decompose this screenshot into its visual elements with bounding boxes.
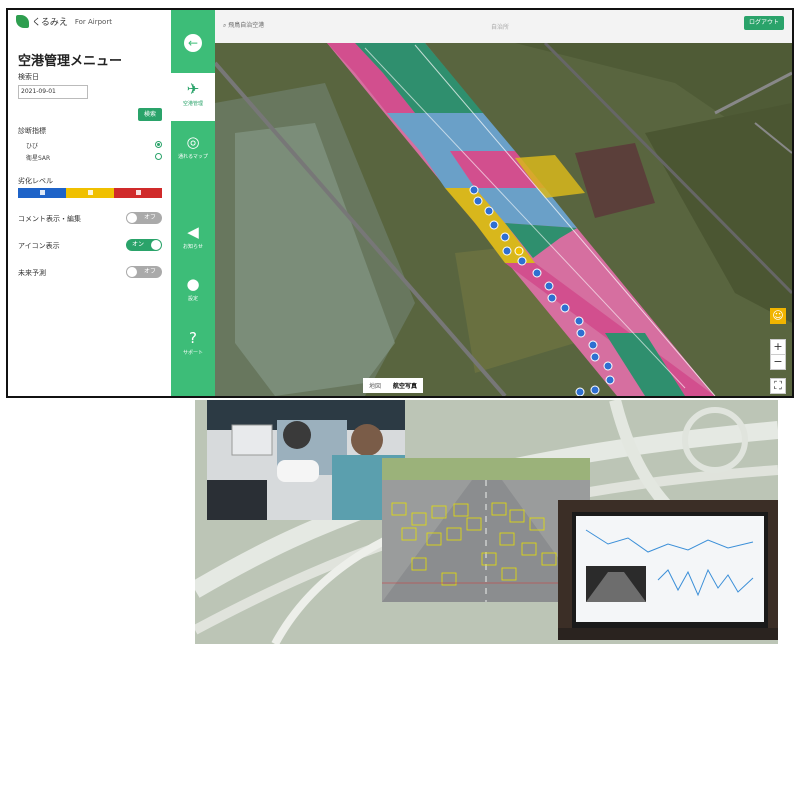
app-screenshot: くるみえ For Airport 空港管理メニュー 検索日 2021-09-01…: [6, 8, 794, 398]
megaphone-icon: ◀: [187, 223, 199, 241]
nav-item-map[interactable]: ◎ 通れるマップ: [171, 134, 215, 174]
level-label: 劣化レベル: [18, 177, 53, 185]
indicator-option-label: 衛星SAR: [26, 155, 51, 162]
toggle-state: オフ: [143, 214, 156, 221]
tab-map[interactable]: 地図: [363, 378, 388, 393]
nav-label: 設定: [187, 296, 198, 302]
toggle-state: オン: [132, 241, 145, 248]
street-view-pegman-icon[interactable]: ☺: [770, 308, 786, 324]
camera-operator-image: [207, 400, 405, 520]
toggle-label: 未来予測: [18, 269, 46, 277]
logout-button[interactable]: ログアウト: [744, 16, 784, 30]
radio-unselected-icon[interactable]: [155, 153, 162, 160]
level-high-swatch[interactable]: [114, 188, 162, 198]
car-interior-photo: [207, 400, 405, 520]
zoom-in-button[interactable]: +: [770, 339, 786, 355]
toggle-knob: [151, 240, 161, 250]
map-search-field[interactable]: ⌕ 飛鳥自治空港: [223, 20, 264, 30]
toggle-label: コメント表示・編集: [18, 215, 81, 223]
search-button[interactable]: 検索: [138, 108, 162, 121]
map-header: ⌕ 飛鳥自治空港 自治所 ログアウト: [215, 10, 792, 44]
comment-toggle-row: コメント表示・編集 オフ: [18, 212, 162, 224]
menu-title: 空港管理メニュー: [18, 54, 123, 69]
back-arrow-icon[interactable]: ←: [184, 34, 202, 52]
deterioration-level-legend: [18, 188, 162, 198]
forecast-toggle-row: 未来予測 オフ: [18, 266, 162, 278]
radio-selected-icon[interactable]: [155, 141, 162, 148]
icon-toggle-row: アイコン表示 オン: [18, 239, 162, 251]
date-label: 検索日: [18, 73, 39, 81]
indicator-option-label: ひび: [26, 143, 39, 150]
support-icon: ?: [189, 329, 197, 347]
indicator-option-crack[interactable]: ひび: [26, 141, 162, 150]
map-type-tabs: 地図 航空写真: [363, 378, 424, 393]
fullscreen-icon[interactable]: ⛶: [770, 378, 786, 394]
indicator-label: 診断指標: [18, 127, 46, 135]
level-low-swatch[interactable]: [18, 188, 66, 198]
forecast-toggle[interactable]: オフ: [126, 266, 162, 278]
nav-item-notice[interactable]: ◀ お知らせ: [171, 224, 215, 264]
nav-label: サポート: [182, 350, 203, 356]
aerial-map[interactable]: ☺ + − ⛶ 地図 航空写真: [215, 43, 792, 396]
inspection-photo-collage: [195, 400, 778, 644]
toggle-knob: [127, 267, 137, 277]
nav-label: お知らせ: [183, 244, 203, 250]
map-header-center-text: 自治所: [491, 24, 510, 31]
monitor-graph-image: [558, 500, 778, 640]
airport-menu-panel: くるみえ For Airport 空港管理メニュー 検索日 2021-09-01…: [8, 10, 171, 396]
brand-logo[interactable]: くるみえ For Airport: [16, 15, 112, 28]
nav-label: 通れるマップ: [178, 154, 208, 160]
map-search-text: 飛鳥自治空港: [228, 22, 265, 29]
nav-item-airport-management[interactable]: ✈ 空港管理: [171, 73, 215, 121]
zoom-out-button[interactable]: −: [770, 354, 786, 370]
icon-display-toggle[interactable]: オン: [126, 239, 162, 251]
map-pin-icon: ◎: [186, 133, 200, 151]
toggle-label: アイコン表示: [18, 242, 60, 250]
logo-text: くるみえ: [32, 18, 68, 28]
logo-subtext: For Airport: [74, 17, 112, 26]
nav-item-settings[interactable]: ● 設定: [171, 276, 215, 316]
toggle-knob: [127, 213, 137, 223]
aerial-map-graphic: [215, 43, 792, 396]
user-icon: ●: [186, 275, 200, 293]
nav-item-support[interactable]: ? サポート: [171, 330, 215, 370]
toggle-state: オフ: [143, 268, 156, 275]
tab-aerial-photo[interactable]: 航空写真: [387, 378, 424, 393]
date-input[interactable]: 2021-09-01: [18, 85, 88, 99]
analysis-monitor-photo: [558, 500, 778, 640]
nav-label: 空港管理: [182, 101, 203, 107]
comment-toggle[interactable]: オフ: [126, 212, 162, 224]
runway-icon: ✈: [186, 80, 200, 98]
level-mid-swatch[interactable]: [66, 188, 114, 198]
search-icon: ⌕: [223, 22, 227, 29]
indicator-option-sar[interactable]: 衛星SAR: [26, 153, 162, 162]
leaf-logo-icon: [16, 15, 29, 28]
side-nav: ← ✈ 空港管理 ◎ 通れるマップ ◀ お知らせ ● 設定 ? サポート: [171, 10, 215, 396]
